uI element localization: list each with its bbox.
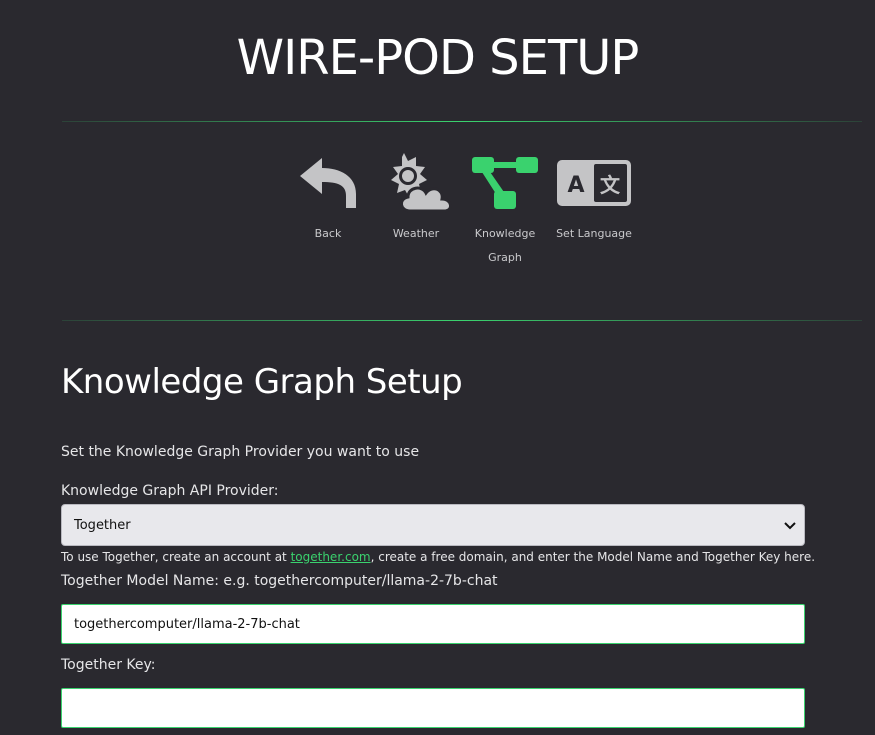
bottom-divider: [62, 320, 862, 321]
nav-label-graph: Graph: [488, 251, 522, 264]
nav-item-weather[interactable]: Weather: [376, 150, 456, 246]
provider-hint: To use Together, create an account at to…: [61, 550, 815, 564]
section-title: Knowledge Graph Setup: [61, 362, 463, 402]
together-key-label: Together Key:: [61, 657, 156, 673]
together-key-input[interactable]: [61, 688, 805, 728]
page-title: WIRE-POD SETUP: [236, 30, 640, 86]
nav-label-weather: Weather: [392, 227, 440, 240]
provider-select[interactable]: Together: [61, 504, 805, 546]
model-name-label: Together Model Name: e.g. togethercomput…: [61, 573, 498, 589]
nav-label-set-language: Set Language: [556, 227, 632, 240]
nav-label-knowledge: Knowledge: [474, 227, 536, 240]
svg-text:文: 文: [600, 173, 621, 197]
provider-selected-value: Together: [74, 517, 131, 533]
page: WIRE-POD SETUP Back Weather Knowledge Gr…: [0, 0, 875, 735]
nav-item-knowledge-graph[interactable]: Knowledge Graph: [465, 150, 545, 270]
hint-prefix: To use Together, create an account at: [61, 550, 291, 564]
chevron-down-icon: [782, 517, 798, 537]
together-link[interactable]: together.com: [291, 550, 371, 564]
svg-text:A: A: [567, 173, 584, 198]
nav-item-back[interactable]: Back: [288, 150, 368, 246]
nav-label-back: Back: [314, 227, 342, 240]
hint-suffix: , create a free domain, and enter the Mo…: [370, 550, 816, 564]
weather-icon: [376, 150, 456, 216]
knowledge-graph-icon: [465, 150, 545, 216]
provider-label: Knowledge Graph API Provider:: [61, 483, 279, 499]
nav-bar: Back Weather Knowledge Graph A 文 Set Lan…: [290, 150, 640, 280]
nav-label-knowledge-graph: Knowledge Graph: [465, 222, 545, 270]
model-name-input[interactable]: togethercomputer/llama-2-7b-chat: [61, 604, 805, 644]
back-arrow-icon: [288, 150, 368, 216]
top-divider: [62, 121, 862, 122]
nav-item-set-language[interactable]: A 文 Set Language: [554, 150, 634, 246]
model-name-value: togethercomputer/llama-2-7b-chat: [74, 616, 300, 632]
language-icon: A 文: [554, 150, 634, 216]
intro-text: Set the Knowledge Graph Provider you wan…: [61, 444, 420, 460]
